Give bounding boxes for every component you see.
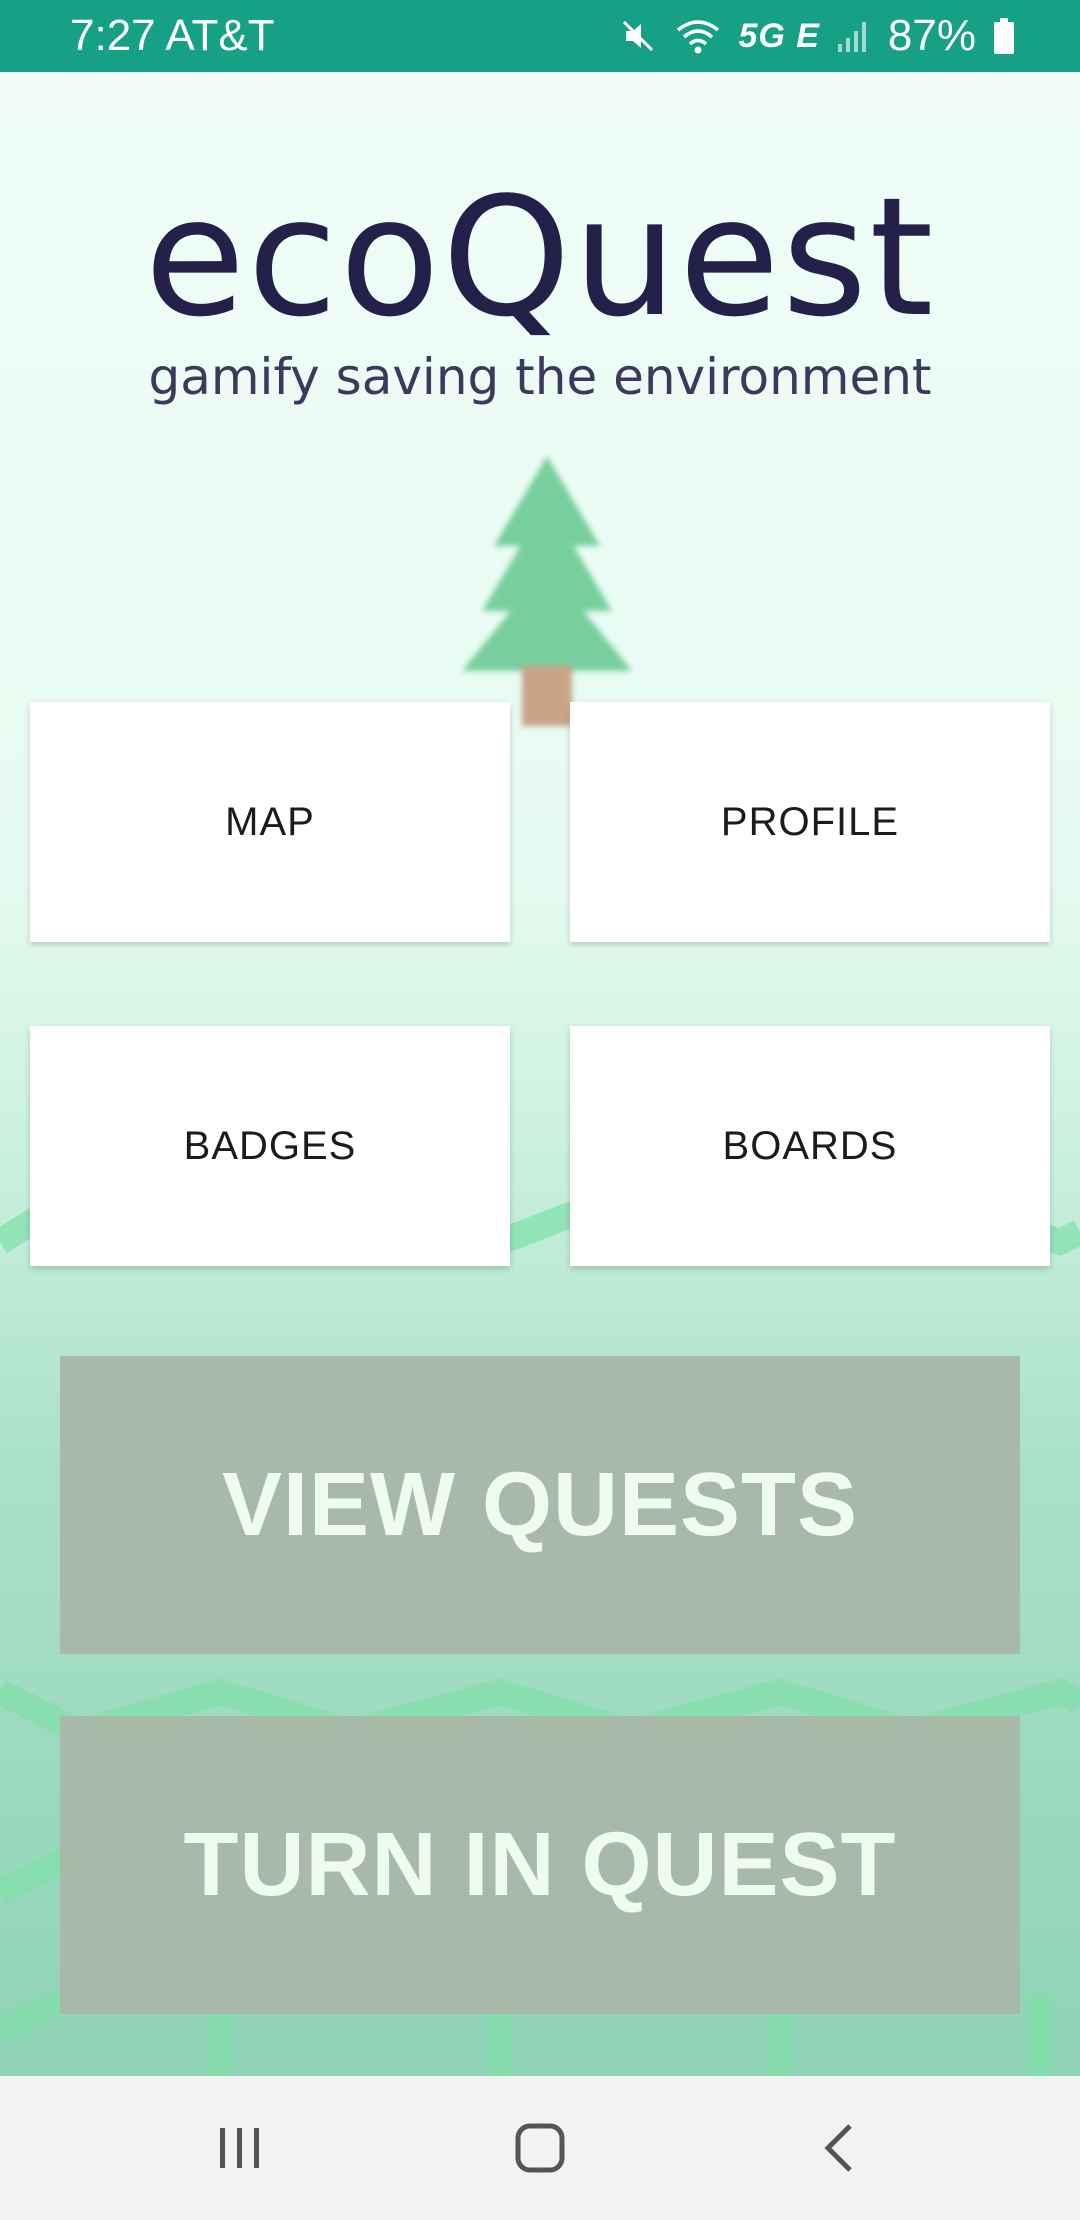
status-time-carrier: 7:27 AT&T [70, 11, 275, 60]
boards-button[interactable]: BOARDS [570, 1026, 1050, 1266]
status-icons: 5G E 87% [618, 11, 1016, 61]
status-bar: 7:27 AT&T 5G E 87% [0, 0, 1080, 72]
system-navigation-bar [0, 2076, 1080, 2220]
network-type: 5G E [738, 16, 820, 55]
app-tagline: gamify saving the environment [148, 348, 932, 406]
turn-in-quest-button[interactable]: TURN IN QUEST [60, 1716, 1020, 2014]
recent-apps-icon[interactable] [212, 2120, 268, 2176]
battery-percent: 87% [887, 11, 976, 60]
map-button[interactable]: MAP [30, 702, 510, 942]
home-icon[interactable] [512, 2120, 568, 2176]
wifi-icon [674, 16, 722, 56]
app-screen: ecoQuest gamify saving the environment M… [0, 72, 1080, 2076]
profile-button[interactable]: PROFILE [570, 702, 1050, 942]
battery-icon [992, 16, 1016, 56]
tree-logo-icon [462, 456, 632, 726]
app-title: ecoQuest [144, 162, 936, 353]
signal-icon [836, 16, 872, 56]
mute-icon [618, 16, 658, 56]
view-quests-button[interactable]: VIEW QUESTS [60, 1356, 1020, 1654]
back-icon[interactable] [812, 2120, 868, 2176]
badges-button[interactable]: BADGES [30, 1026, 510, 1266]
